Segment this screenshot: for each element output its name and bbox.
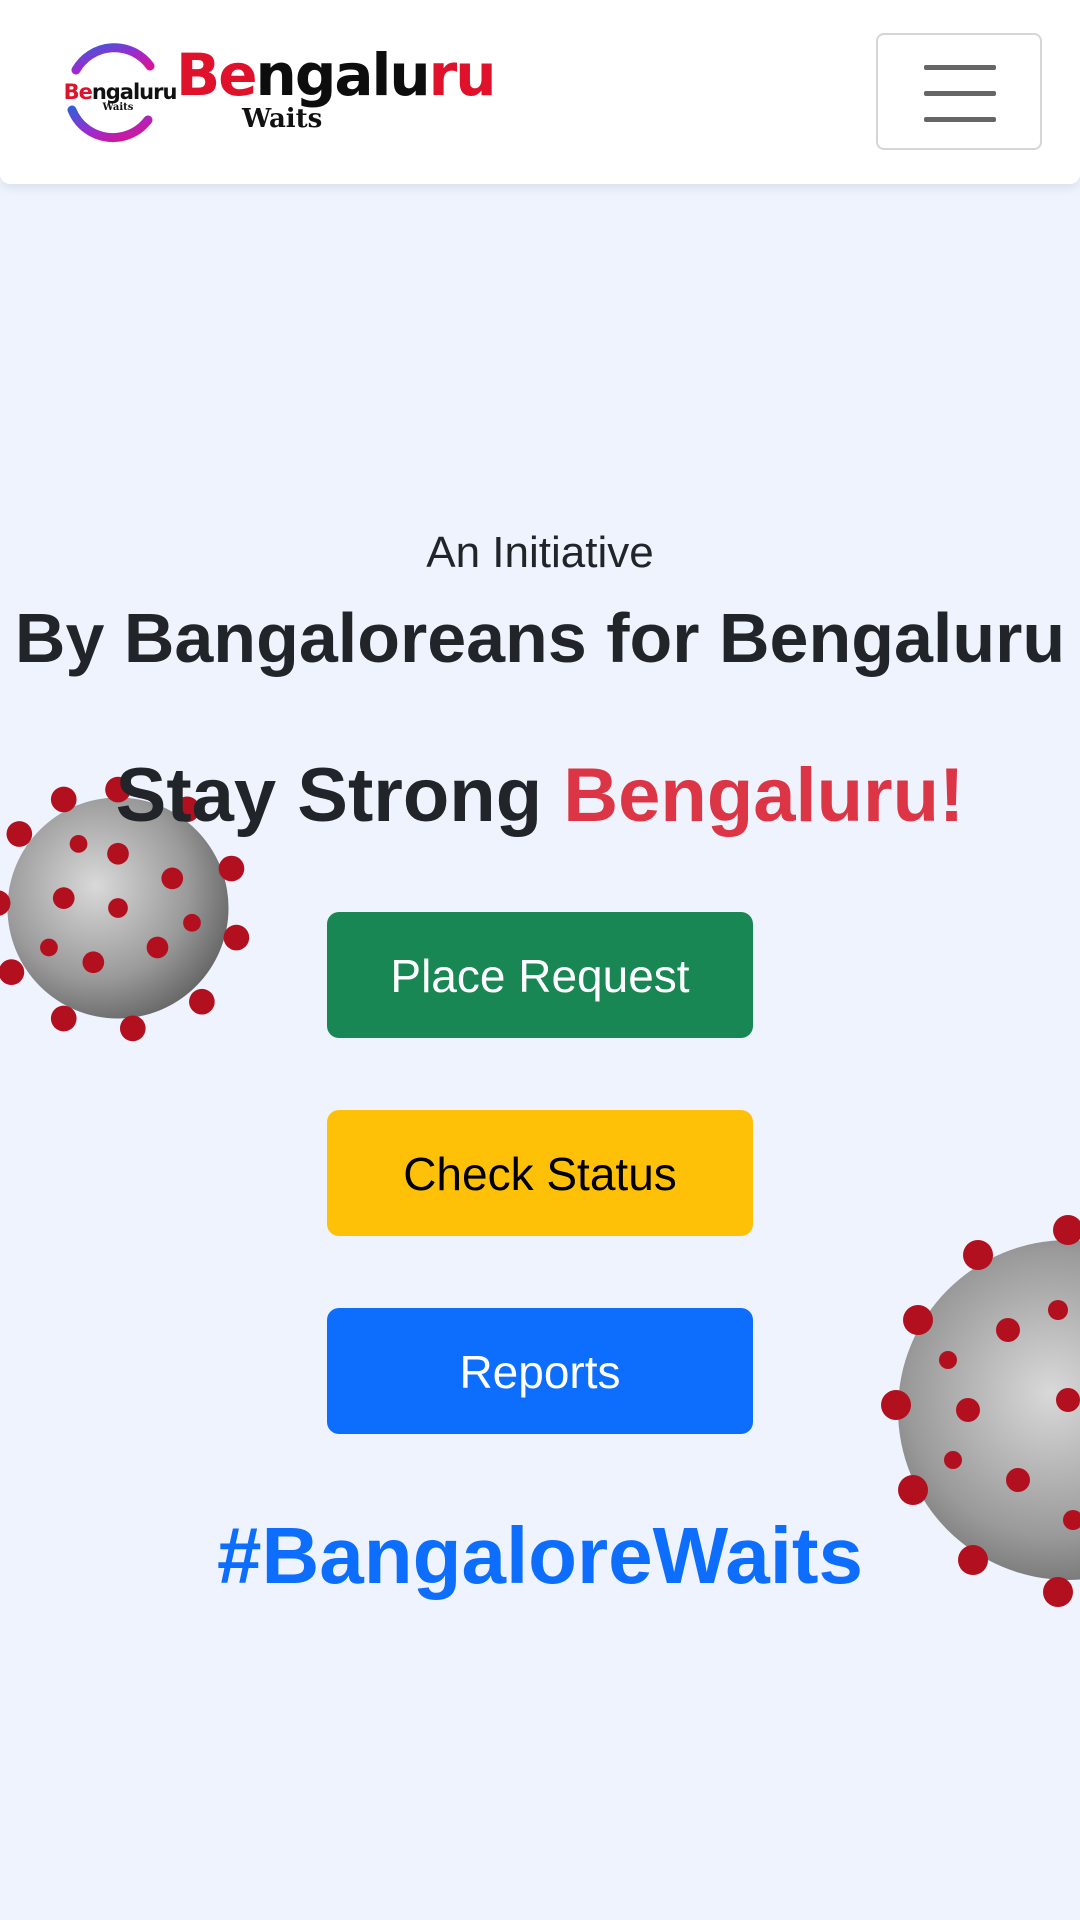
slogan-text: Stay Strong: [115, 753, 564, 838]
logo-subtitle: Waits: [242, 104, 323, 134]
logo-small-wordmark: Bengaluru: [63, 80, 178, 104]
menu-toggle-button[interactable]: [876, 33, 1042, 150]
hero-slogan: Stay Strong Bengaluru!: [0, 752, 1080, 839]
slogan-accent: Bengaluru!: [563, 753, 965, 838]
hero-title: By Bangaloreans for Bengaluru: [14, 599, 1066, 677]
place-request-button[interactable]: Place Request: [327, 912, 753, 1038]
logo-small-subtitle: Waits: [102, 102, 134, 113]
logo-wordmark: Bengaluru: [176, 41, 497, 109]
hero-subtitle: An Initiative: [426, 528, 654, 577]
reports-button[interactable]: Reports: [327, 1308, 753, 1434]
check-status-button[interactable]: Check Status: [327, 1110, 753, 1236]
navbar: Bengaluru Waits Bengaluru Waits: [0, 0, 1080, 184]
site-logo[interactable]: Bengaluru Waits Bengaluru Waits: [58, 40, 497, 144]
hashtag: #BangaloreWaits: [216, 1511, 864, 1600]
